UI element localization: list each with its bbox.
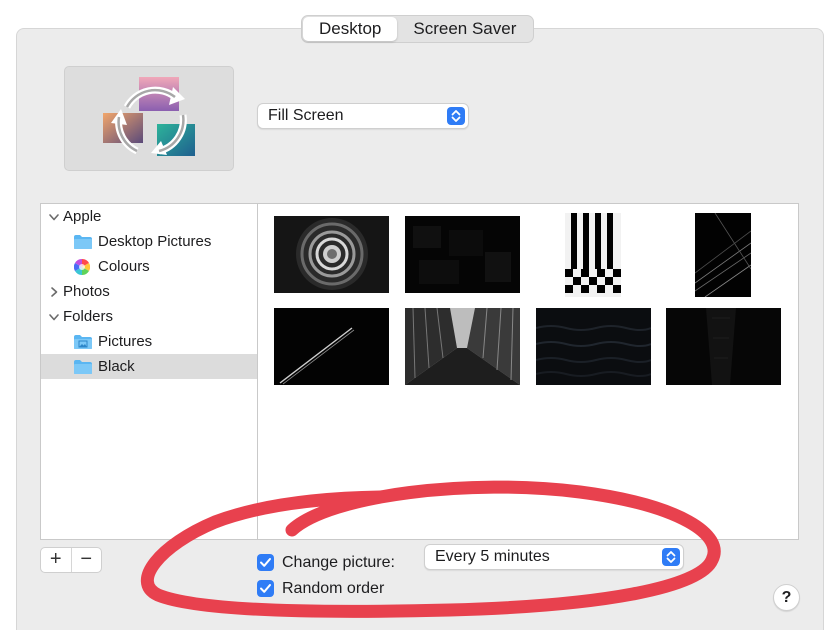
random-order-label: Random order (282, 580, 385, 597)
wallpaper-preview (64, 66, 234, 171)
fit-mode-value: Fill Screen (268, 107, 344, 124)
thumbnail-dark-blocks[interactable] (405, 216, 520, 293)
pictures-folder-icon (74, 335, 92, 349)
checkmark-icon (260, 584, 271, 593)
thumbnail-image (695, 213, 751, 297)
thumbnail-striped-checker[interactable] (565, 213, 621, 297)
thumbnail-contrail-diagonal[interactable] (274, 308, 389, 385)
sidebar-item-label: Desktop Pictures (98, 233, 212, 250)
sidebar-item-black[interactable]: Black (41, 354, 257, 379)
chevron-updown-icon (662, 548, 680, 566)
folder-icon (74, 360, 92, 374)
random-order-checkbox[interactable] (257, 580, 274, 597)
sidebar-group-label: Photos (63, 283, 110, 300)
chevron-right-icon[interactable] (48, 286, 60, 298)
thumbnail-radiating-lines[interactable] (695, 213, 751, 297)
thumbnail-image (666, 308, 781, 385)
thumbnail-skyscrapers-upward[interactable] (405, 308, 520, 385)
thumbnail-image (274, 308, 389, 385)
sidebar-item-label: Colours (98, 258, 150, 275)
thumbnail-image (536, 308, 651, 385)
sidebar-item-pictures[interactable]: Pictures (41, 329, 257, 354)
sidebar-group-apple[interactable]: Apple (41, 204, 257, 229)
list-edit-buttons: + − (40, 547, 102, 573)
color-wheel-icon (74, 259, 90, 275)
chevron-down-icon[interactable] (48, 211, 60, 223)
sidebar-group-folders[interactable]: Folders (41, 304, 257, 329)
thumbnail-image (565, 213, 621, 297)
source-list: Apple Desktop Pictures Colours Photos Fo… (40, 203, 258, 540)
thumbnail-spiral-staircase[interactable] (274, 216, 389, 293)
sidebar-item-label: Black (98, 358, 135, 375)
thumbnail-dark-water[interactable] (536, 308, 651, 385)
sidebar-group-label: Folders (63, 308, 114, 325)
fit-mode-popup[interactable]: Fill Screen (257, 103, 469, 129)
rotating-pictures-icon (103, 77, 195, 156)
thumbnail-image (405, 216, 520, 293)
tab-bar: Desktop Screen Saver (301, 15, 535, 43)
change-interval-value: Every 5 minutes (435, 548, 550, 565)
change-interval-popup[interactable]: Every 5 minutes (424, 544, 684, 570)
sidebar-item-desktop-pictures[interactable]: Desktop Pictures (41, 229, 257, 254)
sidebar-item-label: Pictures (98, 333, 153, 350)
tab-screen-saver[interactable]: Screen Saver (397, 17, 532, 41)
sidebar-group-photos[interactable]: Photos (41, 279, 257, 304)
change-picture-label: Change picture: (282, 554, 395, 571)
help-button[interactable]: ? (773, 584, 800, 611)
checkmark-icon (260, 558, 271, 567)
sidebar-item-colours[interactable]: Colours (41, 254, 257, 279)
sidebar-group-label: Apple (63, 208, 102, 225)
thumbnail-image (405, 308, 520, 385)
chevron-down-icon[interactable] (48, 311, 60, 323)
folder-icon (74, 235, 92, 249)
thumbnail-image (274, 216, 389, 293)
change-picture-checkbox[interactable] (257, 554, 274, 571)
thumbnail-dark-building[interactable] (666, 308, 781, 385)
tab-desktop[interactable]: Desktop (303, 17, 398, 41)
chevron-updown-icon (447, 107, 465, 125)
add-button[interactable]: + (41, 548, 71, 572)
remove-button[interactable]: − (72, 548, 102, 572)
